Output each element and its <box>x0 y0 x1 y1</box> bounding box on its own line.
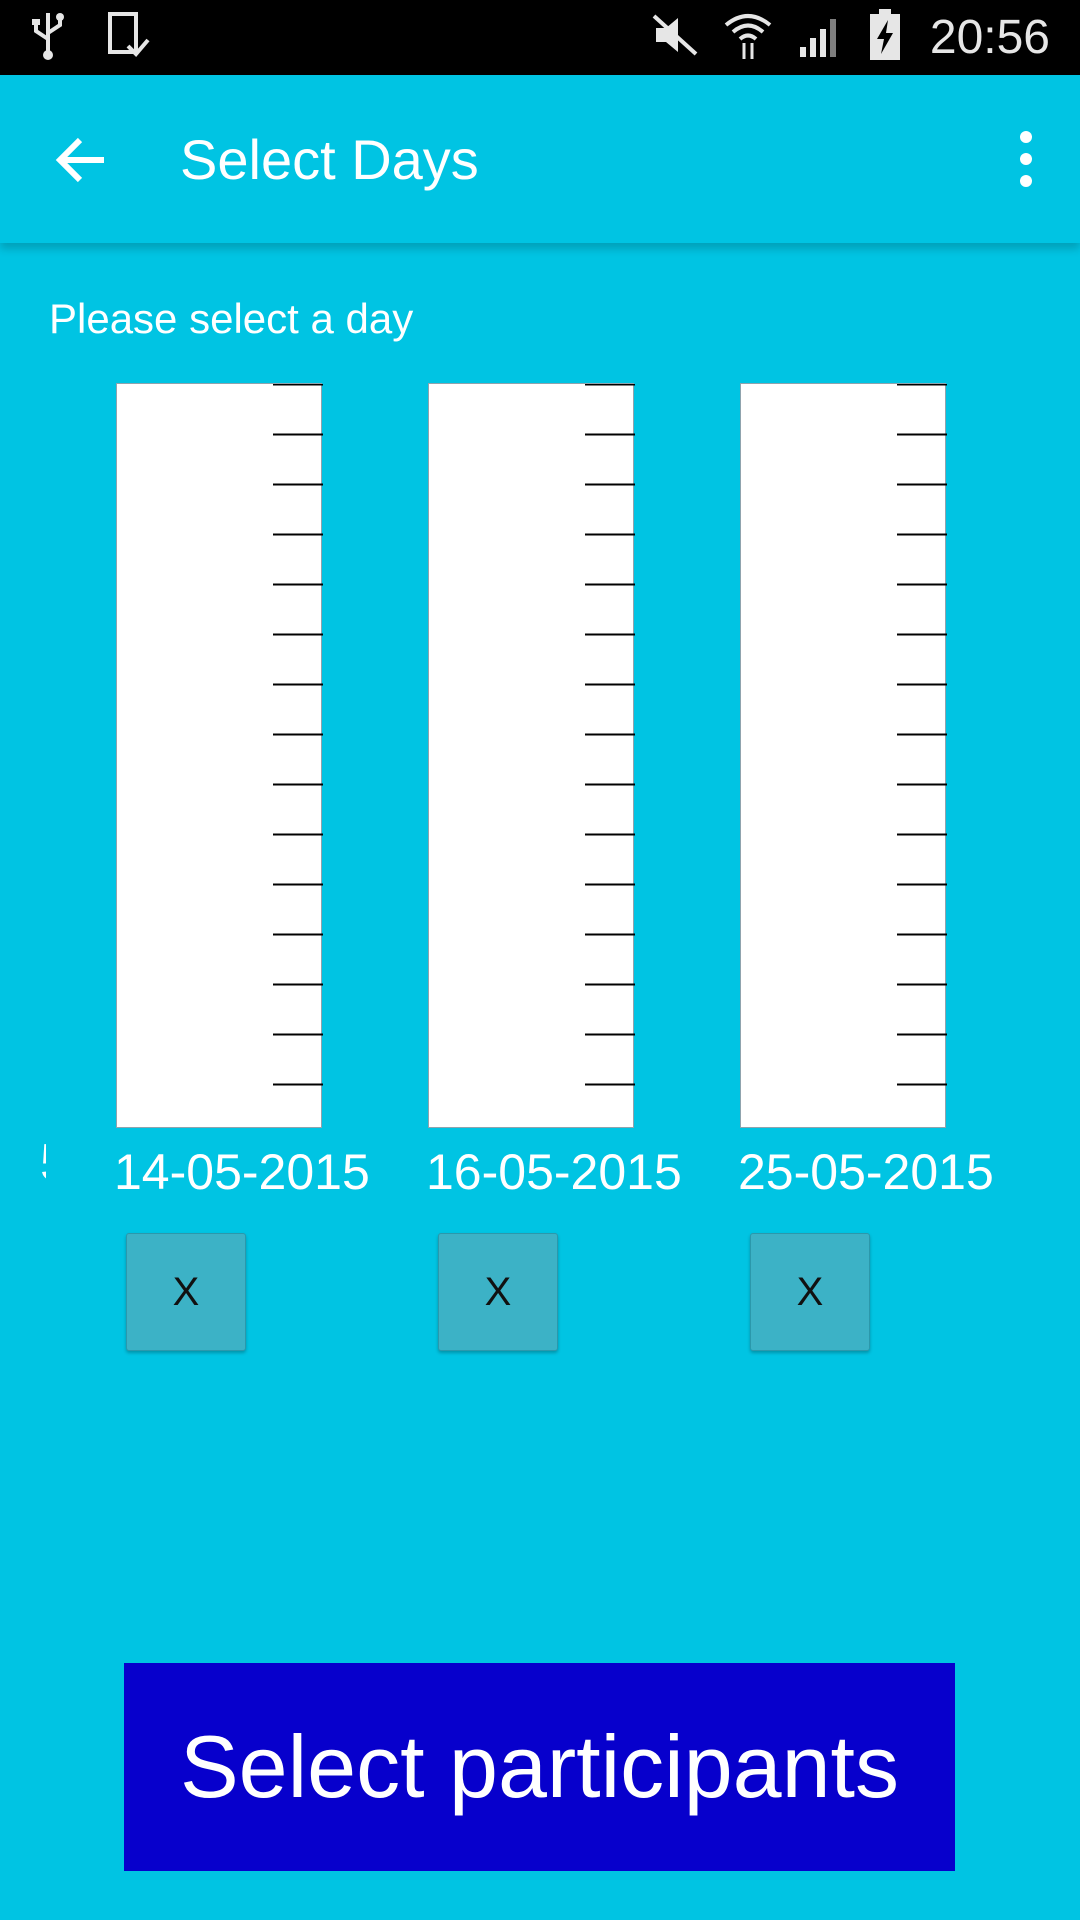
screenshot-icon <box>106 10 150 65</box>
day-timeline[interactable] <box>740 383 947 1128</box>
more-vert-icon[interactable] <box>1006 127 1046 191</box>
status-bar: 20:56 <box>0 0 1080 75</box>
mute-icon <box>650 12 700 63</box>
day-date-label: 16-05-2015 <box>426 1144 682 1200</box>
remove-day-button[interactable]: X <box>126 1233 246 1351</box>
page-title: Select Days <box>180 127 479 191</box>
main-content: Please select a day 5 14-05-2015 X 16-05… <box>0 243 1080 1920</box>
timeline-ticks <box>585 384 635 1086</box>
day-date-label: 14-05-2015 <box>114 1144 370 1200</box>
day-list[interactable]: 14-05-2015 X 16-05-2015 X 25-05-2015 X <box>0 243 1080 1351</box>
remove-day-button[interactable]: X <box>750 1233 870 1351</box>
status-right: 20:56 <box>650 0 1050 75</box>
day-date-label: 25-05-2015 <box>738 1144 994 1200</box>
signal-icon <box>796 11 846 64</box>
timeline-ticks <box>273 384 323 1086</box>
day-timeline[interactable] <box>428 383 635 1128</box>
usb-icon <box>30 9 66 66</box>
day-timeline[interactable] <box>116 383 323 1128</box>
select-participants-button[interactable]: Select participants <box>124 1663 955 1871</box>
remove-day-button[interactable]: X <box>438 1233 558 1351</box>
timeline-ticks <box>897 384 947 1086</box>
arrow-back-icon[interactable] <box>52 130 112 190</box>
battery-charging-icon <box>868 8 902 67</box>
status-time: 20:56 <box>929 11 1050 64</box>
status-left <box>30 0 150 75</box>
app-bar: Select Days <box>0 75 1080 243</box>
wifi-icon <box>722 9 774 66</box>
